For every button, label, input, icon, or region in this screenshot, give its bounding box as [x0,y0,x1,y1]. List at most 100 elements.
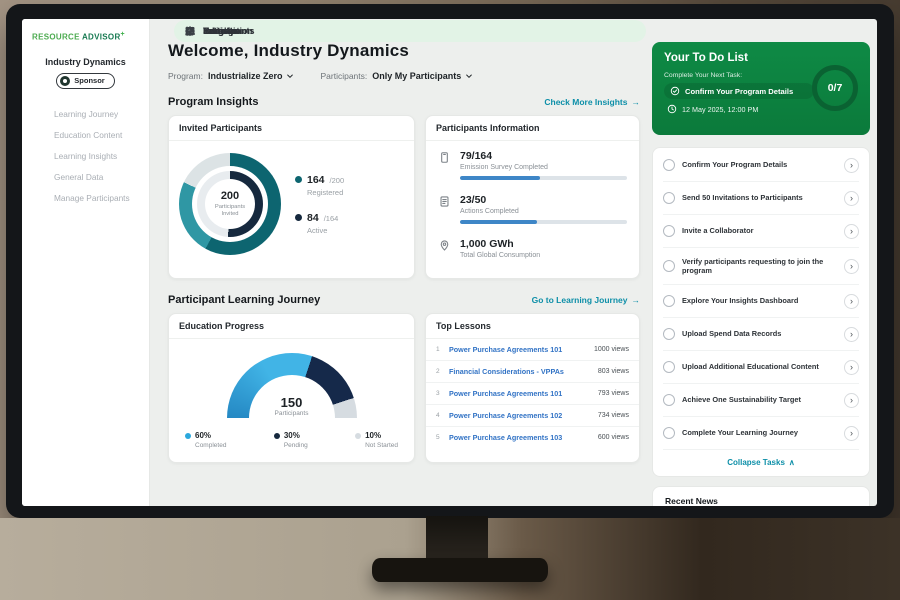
sidebar-nav: Home Insights Education Learning Journey… [22,104,149,209]
chevron-right-icon[interactable]: › [844,191,859,206]
task-row[interactable]: Upload Additional Educational Content › [663,351,859,384]
lesson-row: 5 Power Purchase Agreements 103 600 view… [426,427,639,448]
sidebar-item-label: Learning Insights [54,151,117,161]
legend-dot-registered [295,176,302,183]
monitor-frame: RESOURCE ADVISOR+ Industry Dynamics Spon… [6,4,894,518]
task-row[interactable]: Invite a Collaborator › [663,215,859,248]
chevron-right-icon[interactable]: › [844,224,859,239]
participants-filter-value: Only My Participants [372,71,461,81]
monitor-stand [426,516,488,562]
legend-dot-pending [274,433,280,439]
go-to-learning-journey-link[interactable]: Go to Learning Journey → [532,295,640,305]
donut-center-label: Participants Invited [211,204,249,218]
participants-filter[interactable]: Participants: Only My Participants [320,71,473,81]
dashboard-screen: RESOURCE ADVISOR+ Industry Dynamics Spon… [22,19,877,506]
task-checkbox[interactable] [663,225,675,237]
donut-legend: 164 /200 Registered 84 /164 [295,174,344,235]
task-checkbox[interactable] [663,394,675,406]
recent-news-title: Recent News [665,496,718,506]
chevron-right-icon[interactable]: › [844,294,859,309]
stat-value: 1,000 GWh [460,238,627,250]
sidebar-item-label: Education Content [54,130,122,140]
chevron-right-icon[interactable]: › [844,259,859,274]
lesson-link[interactable]: Financial Considerations - VPPAs [449,367,598,376]
lesson-link[interactable]: Power Purchase Agreements 102 [449,411,598,420]
participants-information-card: Participants Information 79/164 Emission… [425,115,640,279]
task-row[interactable]: Verify participants requesting to join t… [663,248,859,285]
task-checkbox[interactable] [663,295,675,307]
stat-value: 79/164 [460,150,627,162]
sidebar-item-label: General Data [54,172,103,182]
sidebar-item-manage-participants[interactable]: Manage Participants [22,188,149,209]
task-checkbox[interactable] [663,260,675,272]
legend-dot-not-started [355,433,361,439]
todo-panel: Your To Do List Complete Your Next Task:… [652,42,870,506]
chevron-right-icon[interactable]: › [844,426,859,441]
chevron-right-icon[interactable]: › [844,360,859,375]
clock-icon [667,104,677,114]
lesson-row: 2 Financial Considerations - VPPAs 803 v… [426,361,639,383]
todo-title: Your To Do List [664,52,858,64]
progress-bar [460,176,627,180]
chevron-right-icon[interactable]: › [844,158,859,173]
logo-text-primary: RESOURCE [32,33,80,42]
lesson-row: 1 Power Purchase Agreements 101 1000 vie… [426,339,639,361]
card-title: Invited Participants [169,116,414,141]
gauge-legend: 60% Completed 30% Pending 10% Not Starte… [185,431,398,449]
collapse-tasks-button[interactable]: Collapse Tasks ∧ [663,450,859,475]
chevron-right-icon[interactable]: › [844,393,859,408]
invited-participants-card: Invited Participants 200 Participants In… [168,115,415,279]
check-circle-icon [670,86,680,96]
chevron-down-icon [286,72,294,80]
card-title: Participants Information [426,116,639,141]
caret-up-icon: ∧ [789,458,795,467]
task-row[interactable]: Explore Your Insights Dashboard › [663,285,859,318]
participants-filter-label: Participants: [320,71,367,81]
logo-plus: + [121,31,125,38]
task-row[interactable]: Complete Your Learning Journey › [663,417,859,450]
education-progress-gauge-chart: 150 Participants [227,353,357,418]
sidebar-item-education-content[interactable]: Education Content [22,125,149,146]
card-title: Education Progress [169,314,414,339]
check-more-insights-link[interactable]: Check More Insights → [544,97,640,107]
program-filter-value: Industrialize Zero [208,71,283,81]
task-checkbox[interactable] [663,192,675,204]
chevron-right-icon[interactable]: › [844,327,859,342]
todo-summary-card: Your To Do List Complete Your Next Task:… [652,42,870,135]
lesson-link[interactable]: Power Purchase Agreements 101 [449,389,598,398]
sidebar-item-learning-insights[interactable]: Learning Insights [22,146,149,167]
legend-dot-active [295,214,302,221]
sidebar-item-label: Manage Participants [54,193,130,203]
gauge-center-value: 150 [281,395,303,410]
education-progress-card: Education Progress 150 Participants 60% … [168,313,415,463]
task-checkbox[interactable] [663,159,675,171]
sponsor-badge[interactable]: Sponsor [56,73,114,89]
org-name: Industry Dynamics [22,57,149,67]
stat-label: Actions Completed [460,208,627,215]
location-icon [438,238,451,259]
task-row[interactable]: Upload Spend Data Records › [663,318,859,351]
donut-center-value: 200 [221,190,239,202]
sponsor-badge-label: Sponsor [74,76,104,85]
program-filter[interactable]: Program: Industrialize Zero [168,71,294,81]
task-row[interactable]: Confirm Your Program Details › [663,149,859,182]
lesson-row: 4 Power Purchase Agreements 102 734 view… [426,405,639,427]
next-task-pill[interactable]: Confirm Your Program Details [664,83,814,99]
task-checkbox[interactable] [663,427,675,439]
todo-progress-ring: 0/7 [812,65,858,111]
task-checkbox[interactable] [663,361,675,373]
sidebar-item-general-data[interactable]: General Data [22,167,149,188]
logo-text-secondary: ADVISOR [82,33,121,42]
app-logo: RESOURCE ADVISOR+ [32,31,149,42]
task-row[interactable]: Send 50 Invitations to Participants › [663,182,859,215]
sidebar-item-learning-journey[interactable]: Learning Journey [22,104,149,125]
todo-list-card: Confirm Your Program Details › Send 50 I… [652,147,870,477]
task-checkbox[interactable] [663,328,675,340]
lesson-link[interactable]: Power Purchase Agreements 101 [449,345,594,354]
task-row[interactable]: Achieve One Sustainability Target › [663,384,859,417]
main-content: Welcome, Industry Dynamics Program: Indu… [168,19,640,463]
page-title: Welcome, Industry Dynamics [168,41,640,61]
lesson-link[interactable]: Power Purchase Agreements 103 [449,433,598,442]
monitor-stand-base [372,558,548,582]
sidebar: RESOURCE ADVISOR+ Industry Dynamics Spon… [22,19,150,506]
